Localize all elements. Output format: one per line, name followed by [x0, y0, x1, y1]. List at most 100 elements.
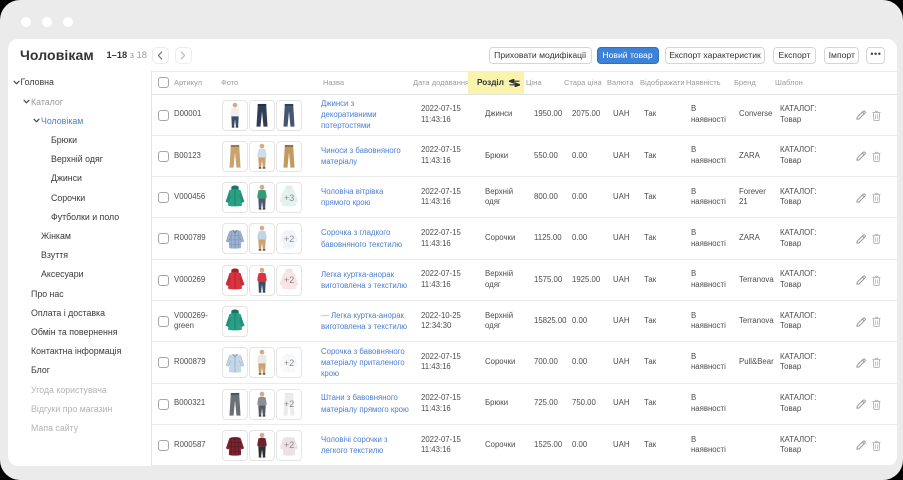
column-header-display[interactable]: Відображати — [640, 72, 686, 94]
delete-button[interactable] — [870, 233, 882, 245]
sidebar-item-16[interactable]: Угода користувача — [31, 380, 107, 399]
product-name-link[interactable]: Легка куртка-анорак виготовлена з тексти… — [321, 270, 407, 290]
next-page-button[interactable] — [175, 47, 193, 65]
row-checkbox[interactable] — [158, 316, 169, 327]
sidebar-item-9[interactable]: Взуття — [41, 246, 68, 265]
sidebar-item-13[interactable]: Обмін та повернення — [31, 322, 118, 341]
toolbar-button-1[interactable]: Новий товар — [597, 47, 659, 65]
delete-button[interactable] — [870, 150, 882, 162]
sidebar-item-0[interactable]: Головна — [21, 73, 54, 92]
delete-button[interactable] — [870, 316, 882, 328]
delete-button[interactable] — [870, 192, 882, 204]
sidebar-item-6[interactable]: Сорочки — [51, 188, 85, 207]
column-header-actions[interactable] — [848, 72, 897, 94]
product-photo[interactable] — [276, 100, 302, 131]
edit-button[interactable] — [855, 439, 867, 451]
sidebar-item-11[interactable]: Про нас — [31, 284, 64, 303]
more-actions-button[interactable]: ••• — [866, 47, 885, 65]
delete-button[interactable] — [870, 109, 882, 121]
more-photos-badge[interactable]: +2 — [276, 347, 302, 378]
row-checkbox[interactable] — [158, 151, 169, 162]
column-header-name[interactable]: Назва — [321, 72, 413, 94]
edit-button[interactable] — [855, 150, 867, 162]
more-photos-badge[interactable]: +2 — [276, 265, 302, 296]
column-header-template[interactable]: Шаблон — [775, 72, 848, 94]
column-header-photo[interactable]: Фото — [221, 72, 321, 94]
edit-button[interactable] — [855, 192, 867, 204]
row-checkbox[interactable] — [158, 233, 169, 244]
row-checkbox[interactable] — [158, 440, 169, 451]
product-name-link[interactable]: Чиноси з бавовняного матеріалу — [321, 146, 401, 166]
delete-button[interactable] — [870, 274, 882, 286]
product-name-link[interactable]: Сорочка з бавовняного матеріалу притален… — [321, 347, 405, 379]
product-photo[interactable] — [249, 347, 275, 378]
sidebar-item-3[interactable]: Брюки — [51, 130, 77, 149]
product-photo[interactable] — [249, 223, 275, 254]
toolbar-button-0[interactable]: Приховати модифікації — [489, 47, 593, 65]
product-photo[interactable] — [222, 223, 248, 254]
product-photo[interactable] — [222, 347, 248, 378]
toolbar-button-3[interactable]: Експорт — [773, 47, 817, 65]
product-name-link[interactable]: Сорочка з гладкого бавовняного текстилю — [321, 228, 402, 248]
delete-button[interactable] — [870, 357, 882, 369]
prev-page-button[interactable] — [152, 47, 170, 65]
window-dot-2[interactable] — [42, 17, 52, 27]
column-header-price[interactable]: Ціна — [524, 72, 560, 94]
window-dot-1[interactable] — [21, 17, 31, 27]
column-header-date[interactable]: Дата додавання — [413, 72, 468, 94]
product-photo[interactable] — [249, 141, 275, 172]
product-name-link[interactable]: Чоловічі сорочки з легкого текстилю — [321, 435, 388, 455]
row-checkbox[interactable] — [158, 357, 169, 368]
select-all-checkbox[interactable] — [158, 77, 169, 88]
sidebar-item-14[interactable]: Контактна інформація — [31, 342, 121, 361]
more-photos-badge[interactable]: +3 — [276, 182, 302, 213]
edit-button[interactable] — [855, 109, 867, 121]
product-photo[interactable] — [249, 430, 275, 461]
product-photo[interactable] — [249, 389, 275, 420]
row-checkbox[interactable] — [158, 110, 169, 121]
product-photo[interactable] — [222, 265, 248, 296]
product-photo[interactable] — [222, 100, 248, 131]
product-photo[interactable] — [222, 430, 248, 461]
sidebar-item-15[interactable]: Блог — [31, 361, 50, 380]
delete-button[interactable] — [870, 439, 882, 451]
product-name-link[interactable]: Штани з бавовняного матеріалу прямого кр… — [321, 393, 409, 413]
column-header-avail[interactable]: Наявність — [686, 72, 734, 94]
delete-button[interactable] — [870, 398, 882, 410]
product-photo[interactable] — [222, 389, 248, 420]
more-photos-badge[interactable]: +2 — [276, 223, 302, 254]
sidebar-item-5[interactable]: Джинси — [51, 169, 82, 188]
toolbar-button-2[interactable]: Експорт характеристик — [665, 47, 765, 65]
edit-button[interactable] — [855, 357, 867, 369]
edit-button[interactable] — [855, 274, 867, 286]
column-header-currency[interactable]: Валюта — [604, 72, 640, 94]
sidebar-item-1[interactable]: Каталог — [31, 92, 63, 111]
edit-button[interactable] — [855, 233, 867, 245]
sidebar-item-7[interactable]: Футболки и поло — [51, 207, 119, 226]
row-checkbox[interactable] — [158, 275, 169, 286]
product-photo[interactable] — [276, 141, 302, 172]
product-name-link[interactable]: Легка куртка-анорак виготовлена з тексти… — [321, 311, 407, 331]
row-checkbox[interactable] — [158, 399, 169, 410]
column-header-brand[interactable]: Бренд — [734, 72, 775, 94]
product-photo[interactable] — [222, 306, 248, 337]
product-name-link[interactable]: Джинси з декоративними потертостями — [321, 99, 377, 131]
edit-button[interactable] — [855, 398, 867, 410]
column-header-razdel[interactable]: Розділ — [468, 72, 524, 94]
toolbar-button-4[interactable]: Імпорт — [824, 47, 859, 65]
sidebar-item-18[interactable]: Мапа сайту — [31, 418, 78, 437]
column-header-artikul[interactable]: Артикул — [174, 72, 221, 94]
product-name-link[interactable]: Чоловіча вітрівка прямого крою — [321, 187, 383, 207]
sidebar-item-12[interactable]: Оплата і доставка — [31, 303, 105, 322]
column-header-oldprice[interactable]: Стара ціна — [560, 72, 604, 94]
product-photo[interactable] — [222, 141, 248, 172]
sidebar-item-10[interactable]: Аксесуари — [41, 265, 84, 284]
sidebar-item-4[interactable]: Верхній одяг — [51, 150, 103, 169]
window-dot-3[interactable] — [63, 17, 73, 27]
edit-button[interactable] — [855, 316, 867, 328]
sidebar-item-8[interactable]: Жінкам — [41, 226, 71, 245]
more-photos-badge[interactable]: +2 — [276, 389, 302, 420]
sidebar-item-2[interactable]: Чоловікам — [41, 111, 83, 130]
product-photo[interactable] — [222, 182, 248, 213]
column-header-check[interactable] — [152, 72, 174, 94]
